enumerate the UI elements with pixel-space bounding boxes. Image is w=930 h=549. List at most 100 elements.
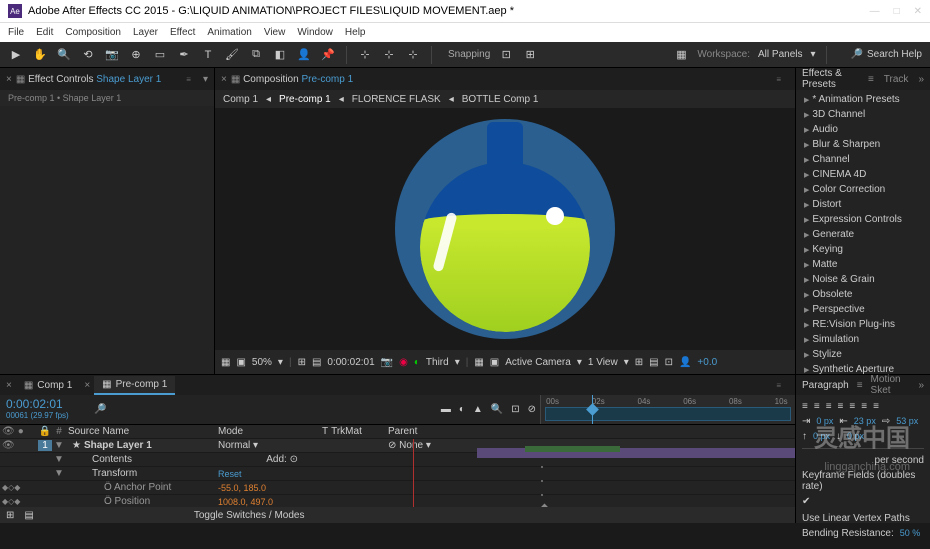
axis-tool-icon[interactable]: ⊹ xyxy=(381,47,397,63)
timeline-icon[interactable]: ⊡ xyxy=(511,404,519,415)
space-after-value[interactable]: 0 px xyxy=(847,431,864,442)
eraser-tool-icon[interactable]: ◧ xyxy=(272,47,288,63)
clone-tool-icon[interactable]: ⧉ xyxy=(248,47,264,63)
effects-preset-item[interactable]: ▶Color Correction xyxy=(796,182,930,197)
effects-preset-item[interactable]: ▶RE:Vision Plug-ins xyxy=(796,317,930,332)
timeline-icon[interactable]: ▲ xyxy=(473,404,483,415)
rotate-tool-icon[interactable]: ⟲ xyxy=(80,47,96,63)
channel-icon[interactable]: ◉ xyxy=(399,357,408,368)
linear-vertex-checkbox[interactable]: ✔ xyxy=(802,496,810,507)
layer-expand-icon[interactable]: ▼ xyxy=(52,440,66,451)
nav-item-florence[interactable]: FLORENCE FLASK xyxy=(352,94,441,105)
text-tool-icon[interactable]: T xyxy=(200,47,216,63)
parent-header[interactable]: Parent xyxy=(386,426,476,437)
timeline-icon[interactable]: ◐ xyxy=(459,404,465,415)
effects-preset-item[interactable]: ▶Obsolete xyxy=(796,287,930,302)
view-dropdown[interactable]: 1 View xyxy=(588,357,618,368)
snapping-label[interactable]: Snapping xyxy=(448,49,490,60)
viewer-icon[interactable]: ▦ xyxy=(474,357,483,368)
composition-tab[interactable]: ▦ Composition Pre-comp 1 xyxy=(231,74,353,85)
panel-menu-icon[interactable]: ≡ xyxy=(857,380,863,391)
composition-viewer[interactable] xyxy=(215,108,795,350)
panel-expand-icon[interactable]: » xyxy=(918,74,924,85)
panel-close-icon[interactable]: × xyxy=(221,74,227,85)
viewer-icon[interactable]: ⊞ xyxy=(298,357,306,368)
effects-preset-item[interactable]: ▶* Animation Presets xyxy=(796,92,930,107)
property-name[interactable]: Ö Position xyxy=(66,496,216,507)
panel-close-icon[interactable]: × xyxy=(6,380,12,391)
zoom-tool-icon[interactable]: 🔍 xyxy=(56,47,72,63)
property-value[interactable]: -55.0, 185.0 xyxy=(218,483,266,493)
zoom-value[interactable]: 50% xyxy=(252,357,272,368)
snap-icon[interactable]: ⊞ xyxy=(522,47,538,63)
search-help-input[interactable]: Search Help xyxy=(867,49,922,60)
axis-tool-icon[interactable]: ⊹ xyxy=(357,47,373,63)
align-left-icon[interactable]: ≡ xyxy=(802,401,808,412)
nav-item-precomp1[interactable]: Pre-comp 1 xyxy=(279,94,331,105)
effects-preset-item[interactable]: ▶Matte xyxy=(796,257,930,272)
effects-preset-item[interactable]: ▶Stylize xyxy=(796,347,930,362)
effect-controls-tab[interactable]: ▦ Effect Controls Shape Layer 1 xyxy=(16,74,161,85)
panel-close-icon[interactable]: × xyxy=(84,380,90,391)
search-icon[interactable]: 🔎 xyxy=(94,404,106,415)
effects-preset-item[interactable]: ▶Distort xyxy=(796,197,930,212)
effects-preset-item[interactable]: ▶Blur & Sharpen xyxy=(796,137,930,152)
viewer-icon[interactable]: ⊡ xyxy=(665,357,673,368)
property-value[interactable]: Reset xyxy=(218,469,242,479)
selection-tool-icon[interactable]: ▶ xyxy=(8,47,24,63)
source-name-header[interactable]: Source Name xyxy=(66,426,216,437)
justify-icon[interactable]: ≡ xyxy=(873,401,879,412)
timeline-icon[interactable]: 🔍 xyxy=(491,404,503,415)
anchor-tool-icon[interactable]: ⊕ xyxy=(128,47,144,63)
visibility-toggle[interactable]: 👁 xyxy=(2,440,15,451)
workspace-dropdown[interactable]: All Panels xyxy=(758,49,802,60)
viewer-icon[interactable]: ▤ xyxy=(649,357,658,368)
viewer-icon[interactable]: ▣ xyxy=(236,357,245,368)
panel-expand-icon[interactable]: » xyxy=(918,380,924,391)
effects-preset-item[interactable]: ▶Channel xyxy=(796,152,930,167)
menu-file[interactable]: File xyxy=(8,27,24,38)
nav-item-bottle[interactable]: BOTTLE Comp 1 xyxy=(462,94,539,105)
layer-name[interactable]: ★ Shape Layer 1 xyxy=(66,440,216,451)
effects-preset-item[interactable]: ▶Audio xyxy=(796,122,930,137)
menu-help[interactable]: Help xyxy=(345,27,366,38)
viewer-icon[interactable]: ⊞ xyxy=(635,357,643,368)
bending-value[interactable]: 50 % xyxy=(900,528,921,539)
close-button[interactable]: ✕ xyxy=(914,6,922,17)
timeline-ruler[interactable]: 00s 02s 04s 06s 08s 10s xyxy=(540,395,795,424)
panel-menu-icon[interactable]: ≡ xyxy=(776,381,781,390)
puppet-tool-icon[interactable]: 📌 xyxy=(320,47,336,63)
effects-presets-list[interactable]: ▶* Animation Presets▶3D Channel▶Audio▶Bl… xyxy=(796,90,930,374)
property-name[interactable]: Ö Anchor Point xyxy=(66,482,216,493)
property-name[interactable]: Transform xyxy=(66,468,216,479)
shape-tool-icon[interactable]: ▭ xyxy=(152,47,168,63)
menu-edit[interactable]: Edit xyxy=(36,27,53,38)
property-expand-icon[interactable]: ▼ xyxy=(52,468,66,479)
resolution-dropdown[interactable]: Third xyxy=(426,357,449,368)
snap-icon[interactable]: ⊡ xyxy=(498,47,514,63)
effects-preset-item[interactable]: ▶Noise & Grain xyxy=(796,272,930,287)
viewer-icon[interactable]: ▤ xyxy=(312,357,321,368)
effects-preset-item[interactable]: ▶Expression Controls xyxy=(796,212,930,227)
maximize-button[interactable]: □ xyxy=(894,6,900,17)
property-value[interactable]: 1008.0, 497.0 xyxy=(218,497,273,507)
workspace-chevron-icon[interactable]: ▾ xyxy=(810,49,815,60)
hand-tool-icon[interactable]: ✋ xyxy=(32,47,48,63)
timeline-toggle-icon[interactable]: ⊞ xyxy=(6,510,14,521)
snapshot-icon[interactable]: 📷 xyxy=(381,357,393,368)
menu-composition[interactable]: Composition xyxy=(65,27,121,38)
menu-effect[interactable]: Effect xyxy=(170,27,195,38)
add-button[interactable]: Add: ⊙ xyxy=(266,454,298,465)
effects-preset-item[interactable]: ▶3D Channel xyxy=(796,107,930,122)
paragraph-tab[interactable]: Paragraph xyxy=(802,380,849,391)
effects-presets-tab[interactable]: Effects & Presets xyxy=(802,68,858,90)
panel-close-icon[interactable]: × xyxy=(6,74,12,85)
indent-left-value[interactable]: 0 px xyxy=(816,416,833,427)
camera-tool-icon[interactable]: 📷 xyxy=(104,47,120,63)
playhead[interactable] xyxy=(592,395,593,424)
timecode-display[interactable]: 0:00:02:01 00061 (29.97 fps) xyxy=(0,395,90,424)
exposure-value[interactable]: +0.0 xyxy=(697,357,717,368)
property-expand-icon[interactable]: ▼ xyxy=(52,454,66,465)
justify-icon[interactable]: ≡ xyxy=(861,401,867,412)
space-before-value[interactable]: 0 px xyxy=(813,431,830,442)
